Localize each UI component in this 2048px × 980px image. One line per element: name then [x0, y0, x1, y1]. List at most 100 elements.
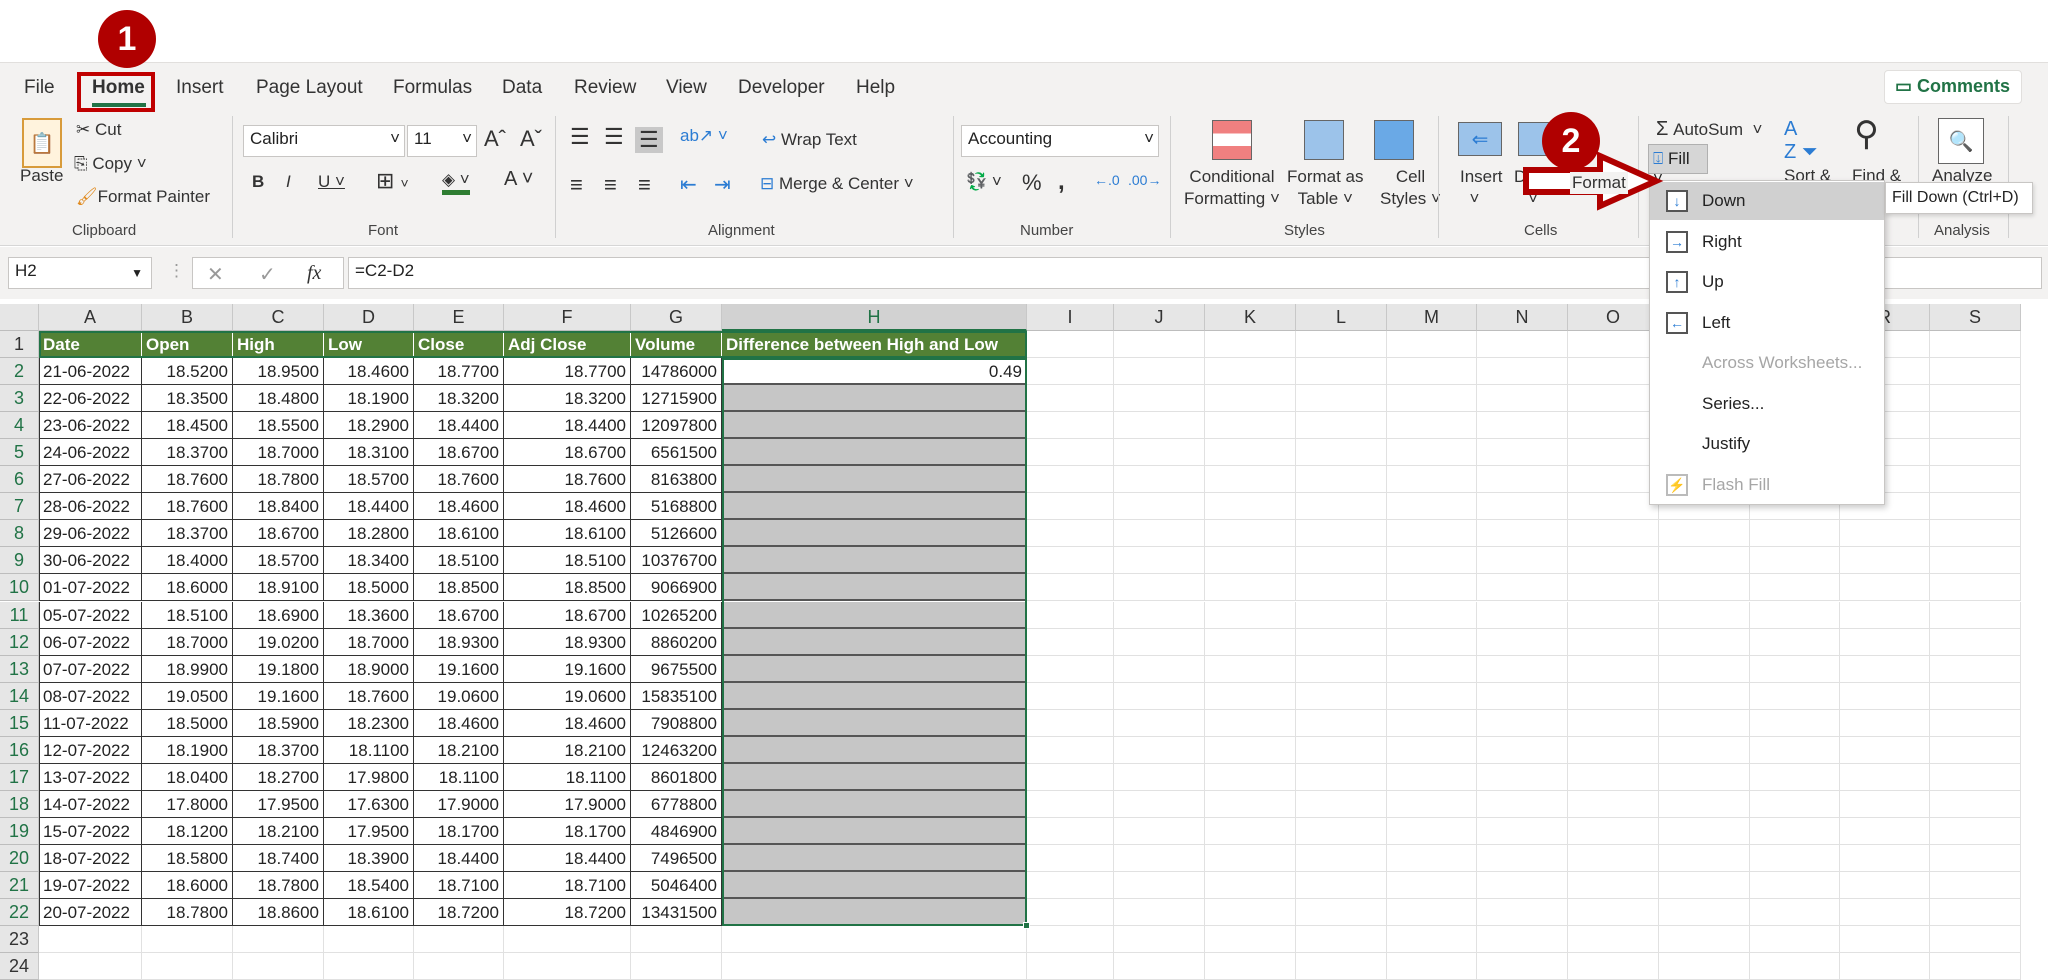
row-header[interactable]: 13 — [0, 655, 39, 683]
cell[interactable] — [1205, 358, 1296, 386]
underline-button[interactable]: U ˅ — [318, 172, 345, 192]
data-cell[interactable]: 5046400 — [631, 872, 722, 900]
data-cell[interactable]: 23-06-2022 — [39, 412, 142, 440]
data-cell[interactable]: 18.5000 — [142, 709, 233, 737]
data-cell[interactable]: 18.7600 — [142, 493, 233, 521]
cell[interactable] — [1027, 547, 1114, 575]
cell[interactable] — [1840, 520, 1930, 548]
cell[interactable] — [1027, 682, 1114, 710]
cell[interactable] — [1205, 926, 1296, 954]
data-cell[interactable]: 17.9800 — [324, 763, 414, 791]
cell[interactable] — [1027, 574, 1114, 602]
cell[interactable] — [1568, 358, 1659, 386]
cell[interactable] — [1568, 926, 1659, 954]
cell[interactable] — [504, 926, 631, 954]
cell[interactable] — [1027, 655, 1114, 683]
cell[interactable] — [233, 926, 324, 954]
data-cell[interactable]: 18.0400 — [142, 763, 233, 791]
data-cell[interactable]: 18.4400 — [504, 844, 631, 872]
data-cell[interactable]: 18.4500 — [142, 412, 233, 440]
cell[interactable] — [414, 953, 504, 980]
cell[interactable] — [1568, 385, 1659, 413]
cell[interactable] — [1114, 736, 1205, 764]
cell[interactable] — [1477, 385, 1568, 413]
cell[interactable] — [1027, 628, 1114, 656]
cell[interactable] — [1659, 763, 1750, 791]
data-cell[interactable]: 05-07-2022 — [39, 601, 142, 629]
data-cell[interactable]: 18.4400 — [414, 844, 504, 872]
data-cell[interactable]: 18.1900 — [142, 736, 233, 764]
data-cell[interactable]: 18.9900 — [142, 655, 233, 683]
cell[interactable] — [1205, 790, 1296, 818]
cell[interactable] — [1930, 709, 2021, 737]
cell[interactable] — [1477, 412, 1568, 440]
cell[interactable] — [1930, 953, 2021, 980]
data-cell[interactable]: 18.7000 — [324, 628, 414, 656]
data-cell[interactable]: 18.5800 — [142, 844, 233, 872]
cell[interactable] — [1477, 655, 1568, 683]
format-painter-button[interactable]: 🖌Format Painter — [76, 187, 210, 207]
cell[interactable] — [1477, 736, 1568, 764]
data-cell[interactable]: 18.3700 — [142, 520, 233, 548]
data-cell[interactable]: 18.5700 — [233, 547, 324, 575]
cell[interactable] — [1930, 439, 2021, 467]
data-cell[interactable]: 9675500 — [631, 655, 722, 683]
cell[interactable] — [1205, 601, 1296, 629]
data-cell[interactable]: 18.6700 — [414, 601, 504, 629]
row-header[interactable]: 24 — [0, 953, 39, 980]
shrink-font-icon[interactable]: Aˇ — [520, 126, 542, 152]
bottom-align-icon[interactable]: ☰ — [635, 127, 663, 153]
cell[interactable] — [414, 926, 504, 954]
data-cell[interactable]: 18.7100 — [414, 872, 504, 900]
tab-developer[interactable]: Developer — [738, 77, 825, 99]
data-cell[interactable]: 15-07-2022 — [39, 817, 142, 845]
cell[interactable] — [1114, 817, 1205, 845]
cell[interactable] — [1750, 520, 1840, 548]
data-cell[interactable]: 18.3700 — [142, 439, 233, 467]
cell[interactable] — [1477, 520, 1568, 548]
cell[interactable] — [1027, 817, 1114, 845]
format-cells-button[interactable]: Format — [1570, 172, 1628, 194]
data-cell[interactable]: 19.1600 — [233, 682, 324, 710]
borders-icon[interactable]: ⊞ ˅ — [376, 168, 409, 194]
cell[interactable] — [1840, 628, 1930, 656]
data-cell[interactable]: 18.3200 — [504, 385, 631, 413]
data-cell[interactable]: 8601800 — [631, 763, 722, 791]
fill-color-icon[interactable]: ◈ ˅ — [442, 170, 470, 195]
cell[interactable] — [1750, 763, 1840, 791]
cell[interactable] — [1387, 628, 1477, 656]
data-cell[interactable]: 19.0600 — [414, 682, 504, 710]
cell[interactable] — [1477, 466, 1568, 494]
data-cell[interactable]: 19.1600 — [504, 655, 631, 683]
cell[interactable] — [1387, 574, 1477, 602]
cell[interactable] — [1027, 709, 1114, 737]
cell[interactable] — [1387, 439, 1477, 467]
cell[interactable] — [1114, 547, 1205, 575]
cell[interactable] — [1027, 872, 1114, 900]
data-cell[interactable]: 18.6100 — [504, 520, 631, 548]
cell[interactable] — [1477, 709, 1568, 737]
comma-icon[interactable]: , — [1058, 168, 1065, 196]
cell[interactable] — [1205, 574, 1296, 602]
cell[interactable] — [1477, 439, 1568, 467]
cell[interactable] — [1387, 682, 1477, 710]
cell[interactable] — [1296, 358, 1387, 386]
data-cell[interactable]: 18.7100 — [504, 872, 631, 900]
cell[interactable] — [1296, 736, 1387, 764]
cell[interactable] — [1659, 872, 1750, 900]
align-center-icon[interactable]: ≡ — [604, 172, 617, 198]
cell[interactable] — [1296, 385, 1387, 413]
cell[interactable] — [1930, 817, 2021, 845]
cell[interactable] — [1568, 817, 1659, 845]
cell[interactable] — [1659, 844, 1750, 872]
cell[interactable] — [1930, 412, 2021, 440]
cell[interactable] — [1840, 682, 1930, 710]
cell[interactable] — [1387, 655, 1477, 683]
row-header[interactable]: 19 — [0, 817, 39, 845]
cell[interactable] — [1027, 493, 1114, 521]
data-cell[interactable]: 12-07-2022 — [39, 736, 142, 764]
header-cell[interactable]: Low — [324, 331, 414, 359]
cell[interactable] — [1930, 926, 2021, 954]
data-cell[interactable]: 18.1900 — [324, 385, 414, 413]
wrap-text-button[interactable]: ↩ Wrap Text — [762, 130, 857, 150]
